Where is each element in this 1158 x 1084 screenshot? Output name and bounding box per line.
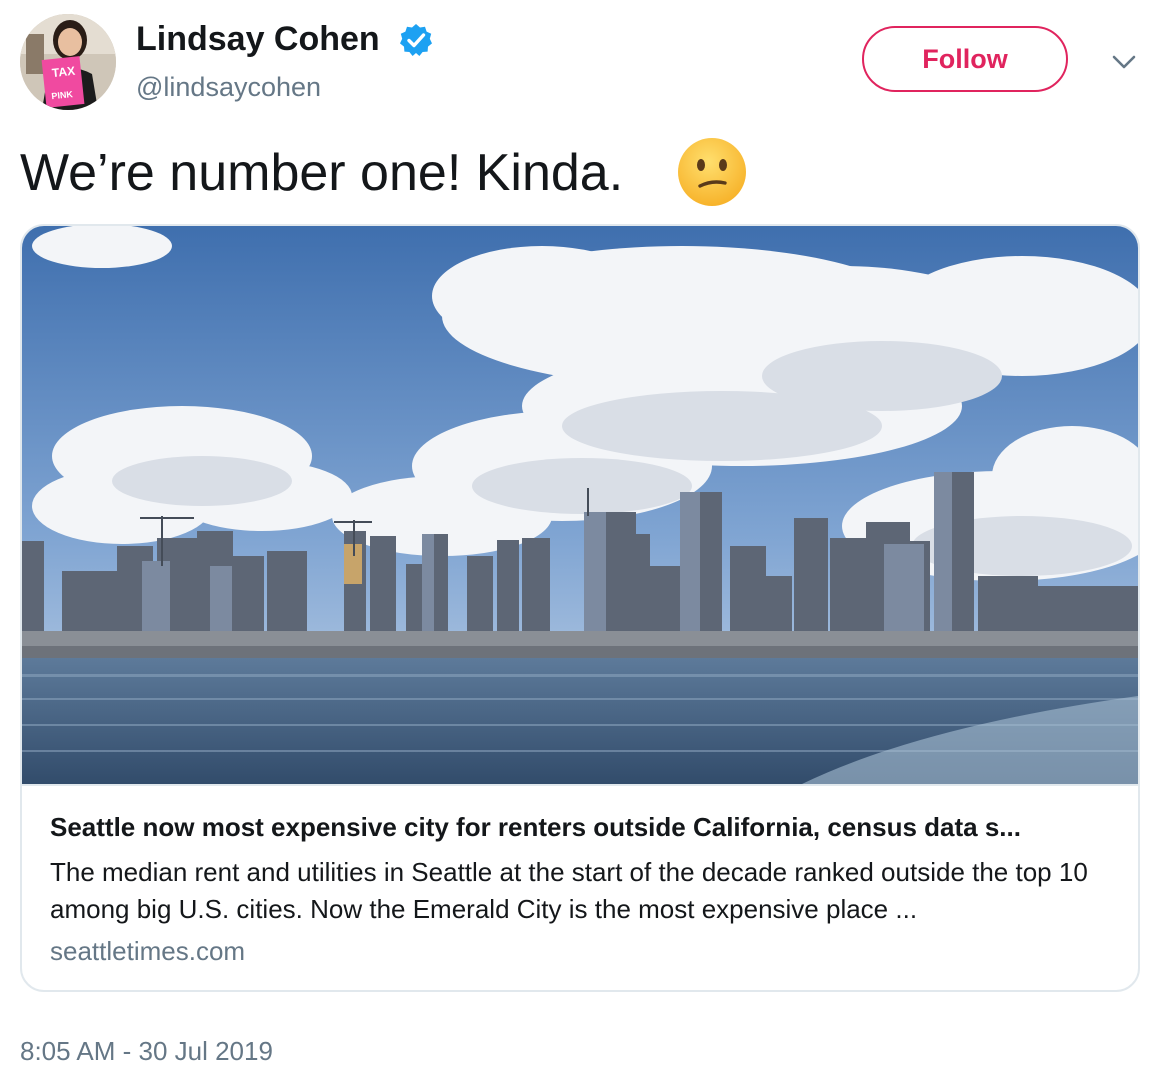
avatar[interactable]: TAX PINK	[20, 14, 116, 110]
card-image[interactable]	[22, 226, 1138, 786]
link-card[interactable]: Seattle now most expensive city for rent…	[20, 224, 1140, 992]
follow-button[interactable]: Follow	[862, 26, 1068, 92]
card-title[interactable]: Seattle now most expensive city for rent…	[50, 810, 1116, 844]
svg-text:TAX: TAX	[51, 64, 75, 80]
chevron-down-icon[interactable]	[1108, 50, 1140, 74]
verified-badge-icon	[400, 24, 432, 56]
display-name[interactable]: Lindsay Cohen	[136, 18, 380, 60]
tweet-text: We’re number one! Kinda.	[20, 144, 624, 202]
tweet-timestamp[interactable]: 8:05 AM - 30 Jul 2019	[20, 1034, 273, 1068]
confused-face-icon	[678, 138, 746, 206]
card-description: The median rent and utilities in Seattle…	[50, 857, 1088, 924]
card-domain: seattletimes.com	[50, 936, 246, 966]
user-handle[interactable]: @lindsaycohen	[136, 70, 321, 104]
